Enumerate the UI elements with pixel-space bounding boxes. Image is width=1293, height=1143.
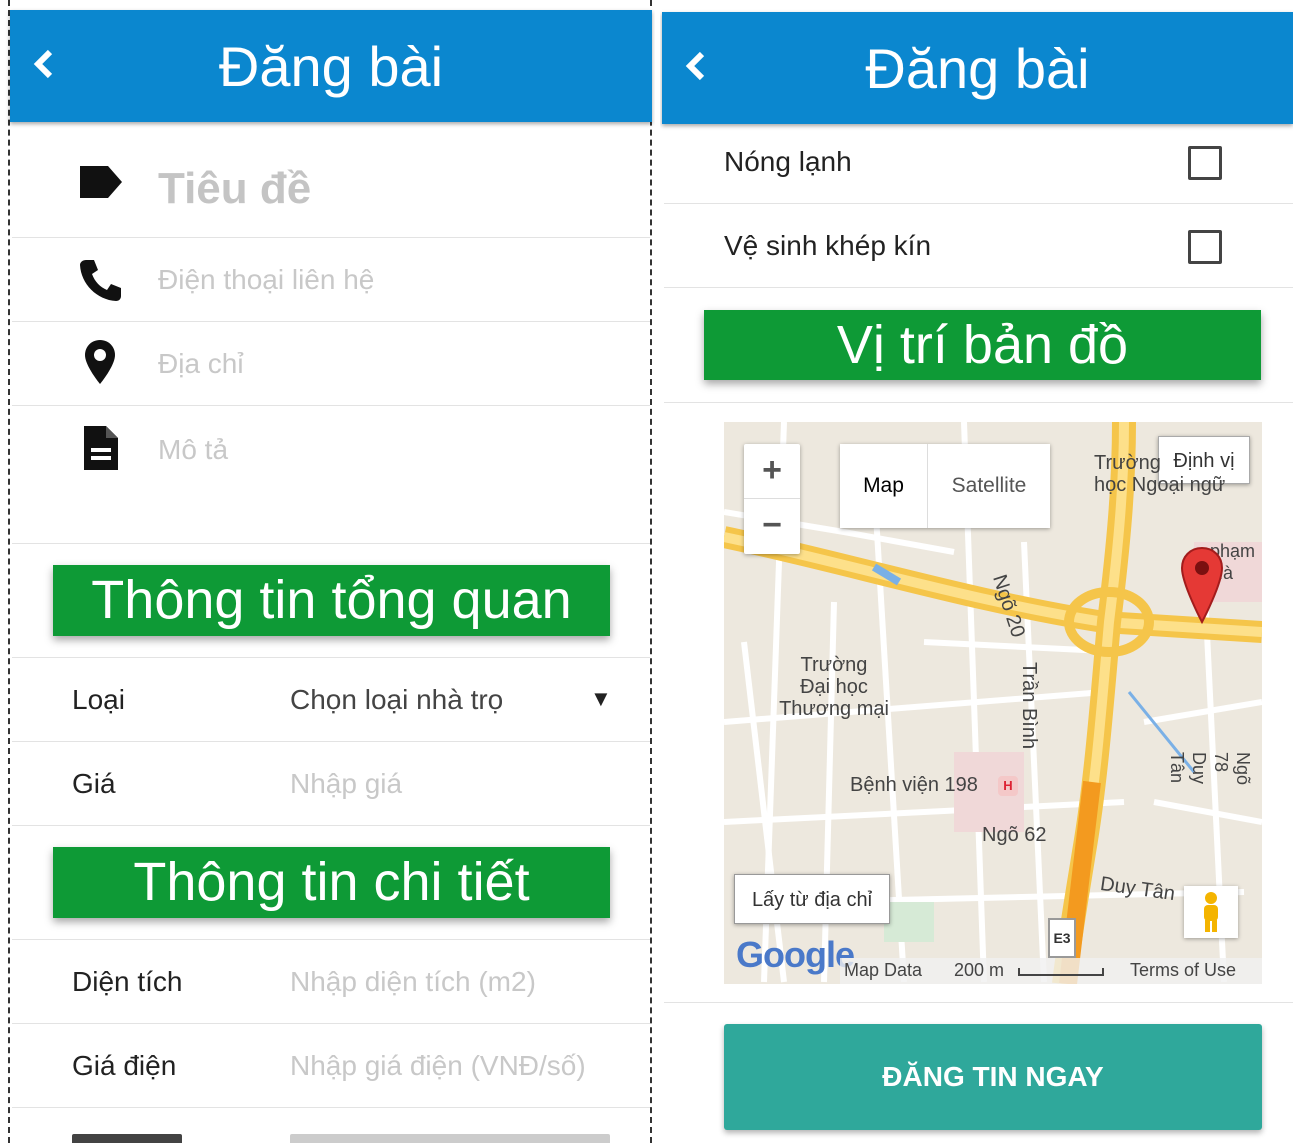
map-label-university: Trường Đại học Thương mại: [779, 654, 889, 720]
electric-row[interactable]: Giá điện Nhập giá điện (VNĐ/số): [12, 1024, 650, 1108]
divider: [664, 1002, 1293, 1003]
type-row[interactable]: Loại Chọn loại nhà trọ ▼: [12, 658, 650, 742]
area-input[interactable]: Nhập diện tích (m2): [290, 966, 536, 998]
divider: [664, 402, 1293, 403]
map-type-satellite[interactable]: Satellite: [928, 444, 1050, 528]
title-row[interactable]: Tiêu đề: [12, 138, 650, 238]
amenity-label: Vệ sinh khép kín: [724, 230, 932, 261]
page-title: Đăng bài: [865, 37, 1090, 100]
zoom-controls: + −: [744, 444, 800, 554]
left-divider: [8, 0, 10, 1143]
electric-input[interactable]: Nhập giá điện (VNĐ/số): [290, 1050, 586, 1082]
map-label-lane78: Ngõ 78 Duy Tân: [1167, 752, 1253, 786]
amenity-label: Nóng lạnh: [724, 146, 852, 177]
map-label-hospital: Bệnh viện 198: [850, 774, 978, 796]
zoom-in-button[interactable]: +: [744, 444, 800, 499]
address-input[interactable]: Địa chỉ: [158, 348, 244, 380]
right-divider: [650, 0, 652, 1143]
overview-heading: Thông tin tổng quan: [53, 565, 610, 636]
scale-bar: [1018, 968, 1104, 976]
map-type-control: Map Satellite: [840, 444, 1050, 528]
pegman-icon: [1204, 892, 1218, 932]
zoom-out-button[interactable]: −: [744, 499, 800, 554]
right-screen: Đăng bài Nóng lạnh Vệ sinh khép kín Vị t…: [660, 0, 1293, 1143]
app-bar: Đăng bài: [10, 10, 652, 122]
amenity-checkbox[interactable]: [1188, 230, 1222, 264]
title-input[interactable]: Tiêu đề: [158, 164, 311, 214]
dropdown-arrow-icon[interactable]: ▼: [590, 686, 612, 712]
type-label: Loại: [72, 684, 125, 715]
cropped-caption: [0, 0, 655, 10]
type-select[interactable]: Chọn loại nhà trọ: [290, 684, 503, 716]
post-now-button[interactable]: ĐĂNG TIN NGAY: [724, 1024, 1262, 1130]
map-heading: Vị trí bản đồ: [704, 310, 1261, 380]
detail-heading: Thông tin chi tiết: [53, 847, 610, 918]
amenity-checkbox[interactable]: [1188, 146, 1222, 180]
map-attribution: Map Data 200 m Terms of Use: [840, 958, 1262, 984]
map-label-lane62: Ngõ 62: [982, 824, 1047, 846]
map-type-map[interactable]: Map: [840, 444, 928, 528]
price-row[interactable]: Giá Nhập giá: [12, 742, 650, 826]
price-input[interactable]: Nhập giá: [290, 768, 402, 800]
from-address-button[interactable]: Lấy từ địa chỉ: [734, 874, 890, 924]
description-row[interactable]: Mô tả: [12, 406, 650, 544]
map-pin-icon[interactable]: [1180, 546, 1224, 626]
location-pin-icon: [85, 340, 115, 384]
area-label: Diện tích: [72, 966, 183, 997]
phone-input[interactable]: Điện thoại liên hệ: [158, 264, 374, 296]
hospital-badge: H: [998, 776, 1018, 796]
cut-off-row: [12, 1126, 650, 1143]
map-label-school: Trường học Ngoại ngữ: [1094, 452, 1226, 496]
left-screen: Đăng bài Tiêu đề Điện thoại liên hệ Địa …: [0, 0, 655, 1143]
map-view[interactable]: + − Map Satellite Định vị Trường học Ngo…: [724, 422, 1262, 984]
phone-icon: [80, 260, 121, 301]
amenity-row[interactable]: Nóng lạnh: [664, 124, 1293, 204]
street-view-button[interactable]: [1184, 886, 1238, 938]
road-badge-e3: E3: [1048, 918, 1076, 958]
google-logo: Google: [736, 934, 855, 975]
document-icon: [84, 426, 118, 470]
tag-icon: [80, 166, 122, 198]
area-row[interactable]: Diện tích Nhập diện tích (m2): [12, 940, 650, 1024]
map-scale: 200 m: [954, 960, 1005, 980]
app-bar: Đăng bài: [662, 12, 1293, 124]
map-label-tranbinh: Trần Bình: [1018, 662, 1040, 750]
address-row[interactable]: Địa chỉ: [12, 322, 650, 406]
electric-label: Giá điện: [72, 1050, 177, 1081]
description-input[interactable]: Mô tả: [158, 434, 228, 466]
phone-row[interactable]: Điện thoại liên hệ: [12, 238, 650, 322]
amenity-row[interactable]: Vệ sinh khép kín: [664, 204, 1293, 288]
price-label: Giá: [72, 768, 116, 799]
page-title: Đăng bài: [218, 35, 444, 98]
terms-link[interactable]: Terms of Use: [1130, 960, 1236, 981]
map-data-link[interactable]: Map Data: [844, 960, 922, 981]
